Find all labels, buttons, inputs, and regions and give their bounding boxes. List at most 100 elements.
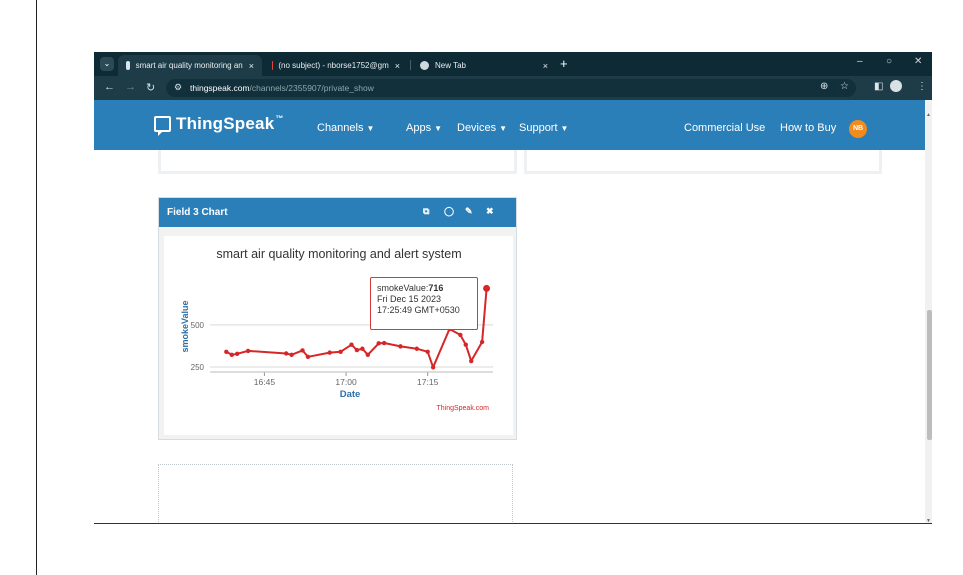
tab-close-icon[interactable]: × [395,61,400,71]
thingspeak-logo[interactable]: ThingSpeak™ [154,114,284,136]
data-point[interactable] [414,346,420,351]
nav-channels[interactable]: Channels ▼ [317,122,374,134]
data-point[interactable] [283,351,289,356]
logo-text: ThingSpeak™ [176,114,284,134]
side-panel-icon[interactable]: ◧ [874,81,883,92]
chart-area: smart air quality monitoring and alert s… [164,236,513,435]
data-point[interactable] [398,344,403,349]
tab-title: (no subject) - nborse1752@gm [278,61,389,70]
tooltip-value-row: smokeValue:716 [377,283,471,294]
forward-icon[interactable]: → [125,81,136,93]
caret-down-icon: ▼ [499,124,508,133]
tab-new-tab[interactable]: New Tab × [412,55,556,76]
address-bar[interactable]: ⚙ thingspeak.com/channels/2355907/privat… [166,79,856,97]
chart-credit[interactable]: ThingSpeak.com [436,405,489,412]
tab-thingspeak[interactable]: smart air quality monitoring an × [118,55,262,76]
data-point[interactable] [425,349,430,354]
tab-search-chevron-icon[interactable]: ⌄ [100,57,114,71]
speech-bubble-logo-icon [154,116,171,136]
user-avatar[interactable]: NB [849,120,867,138]
toolbar: ← → ↻ ⚙ thingspeak.com/channels/2355907/… [94,76,932,100]
data-point[interactable] [430,365,436,370]
restore-icon[interactable]: ○ [886,56,892,67]
tab-gmail[interactable]: (no subject) - nborse1752@gm × [264,55,408,76]
data-point[interactable] [300,348,305,353]
data-point[interactable] [305,354,311,360]
y-tick-label: 250 [191,363,205,372]
site-info-icon[interactable]: ⚙ [174,82,182,93]
line-chart[interactable]: smart air quality monitoring and alert s… [164,236,513,435]
tooltip-label: smokeValue: [377,283,429,293]
url-text: thingspeak.com/channels/2355907/private_… [190,83,374,93]
data-point[interactable] [229,352,234,358]
back-icon[interactable]: ← [104,81,115,93]
comment-icon[interactable]: ◯ [444,206,454,217]
data-point[interactable] [458,332,463,338]
data-point[interactable] [349,342,354,347]
data-point[interactable] [483,284,491,292]
data-point[interactable] [245,348,251,354]
chrome-favicon-icon [420,61,429,70]
y-tick-label: 500 [191,321,205,330]
edit-pencil-icon[interactable]: ✎ [465,206,473,217]
data-point[interactable] [376,341,381,346]
field-3-chart-card: Field 3 Chart ⧉ ◯ ✎ ✖ smart air quality … [158,197,517,440]
tab-close-icon[interactable]: × [249,61,254,71]
x-tick-label: 17:15 [417,377,439,387]
data-point[interactable] [289,352,294,358]
logo-trademark: ™ [275,114,284,123]
y-axis-label: smokeValue [180,300,190,352]
bottom-border-line [94,523,932,524]
channel-content: Field 3 Chart ⧉ ◯ ✎ ✖ smart air quality … [94,150,925,524]
card-header: Field 3 Chart ⧉ ◯ ✎ ✖ [159,198,516,227]
open-external-icon[interactable]: ⧉ [423,206,429,217]
data-point[interactable] [338,349,343,354]
reload-icon[interactable]: ↻ [146,81,155,94]
url-host: thingspeak.com [190,83,250,93]
previous-card-bottom-right [524,150,882,174]
thingspeak-favicon-icon [126,61,130,70]
page: ⌄ smart air quality monitoring an × (no … [0,0,963,575]
minimize-icon[interactable]: – [857,56,863,67]
data-point[interactable] [235,351,240,356]
tab-close-icon[interactable]: × [543,61,548,71]
scroll-up-icon[interactable]: ▲ [926,112,931,118]
card-title: Field 3 Chart [167,207,228,218]
x-tick-label: 16:45 [254,377,276,387]
data-point[interactable] [381,340,387,346]
left-border-line [36,0,37,575]
data-point[interactable] [224,349,229,354]
nav-support[interactable]: Support ▼ [519,122,568,134]
tab-separator [410,60,411,70]
close-window-icon[interactable]: ✕ [914,56,922,67]
tab-title: smart air quality monitoring an [135,61,243,70]
caret-down-icon: ▼ [434,124,442,133]
zoom-icon[interactable]: ⊕ [820,81,828,92]
data-point[interactable] [327,350,332,355]
profile-avatar-icon[interactable] [890,80,902,92]
data-point[interactable] [354,347,360,353]
nav-apps[interactable]: Apps ▼ [406,122,442,134]
bookmark-star-icon[interactable]: ☆ [840,81,849,92]
url-path: /channels/2355907/private_show [249,83,374,93]
logo-name: ThingSpeak [176,114,275,133]
nav-label: Apps [406,122,432,134]
data-point[interactable] [479,339,485,345]
scrollbar-thumb[interactable] [927,310,932,440]
data-point[interactable] [463,342,468,347]
data-point[interactable] [469,358,474,364]
chart-title: smart air quality monitoring and alert s… [216,247,461,261]
menu-kebab-icon[interactable]: ⋮ [917,81,927,92]
data-point[interactable] [360,346,365,351]
nav-label: Devices [457,122,497,134]
close-card-icon[interactable]: ✖ [486,206,494,217]
how-to-buy-link[interactable]: How to Buy [780,122,836,134]
next-card-placeholder [158,464,513,524]
new-tab-button[interactable]: + [560,56,568,71]
tooltip-time: 17:25:49 GMT+0530 [377,305,460,315]
previous-card-bottom [158,150,517,174]
x-tick-label: 17:00 [335,377,357,387]
data-point[interactable] [365,352,371,358]
nav-devices[interactable]: Devices ▼ [457,122,507,134]
commercial-use-link[interactable]: Commercial Use [684,122,765,134]
